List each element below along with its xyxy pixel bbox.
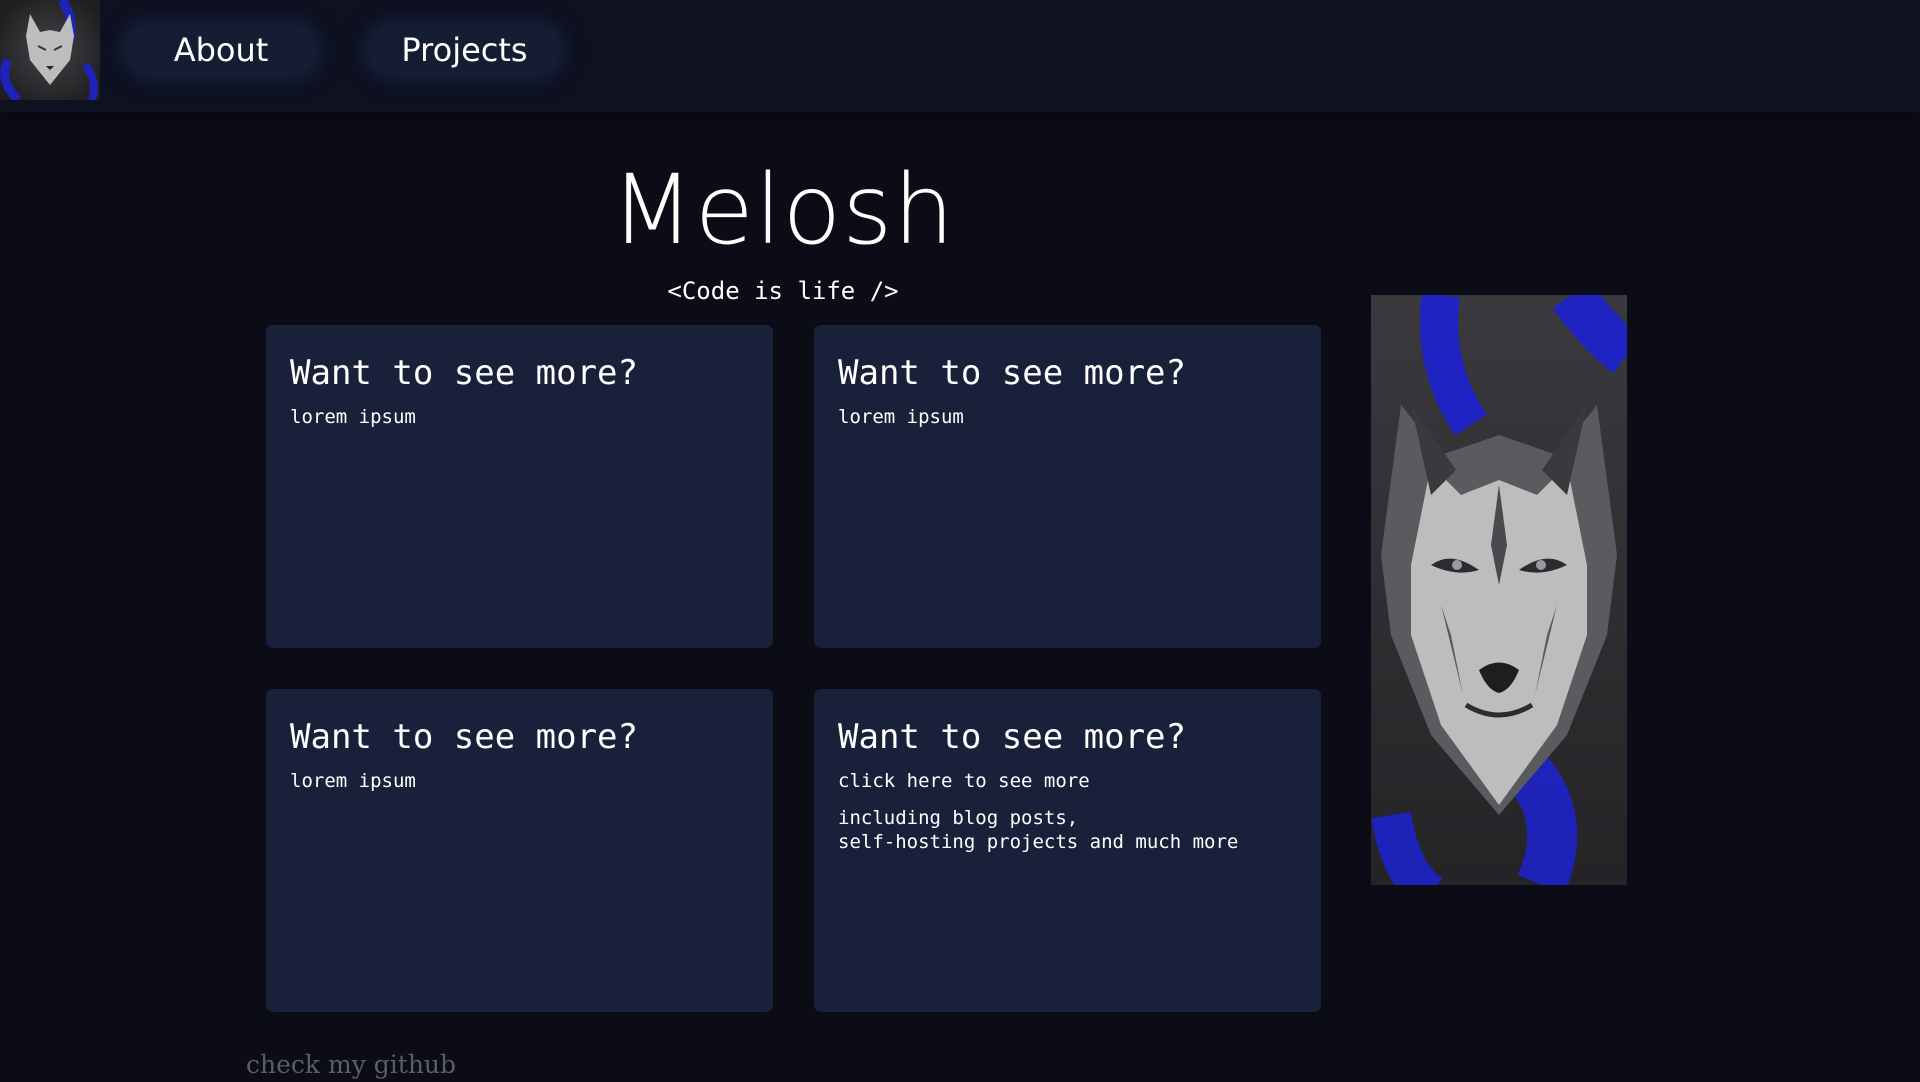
- wolf-portrait-icon: [1371, 295, 1627, 885]
- page-title: Melosh: [610, 154, 956, 266]
- page-subtitle: <Code is life />: [667, 277, 899, 305]
- nav-about-button[interactable]: About: [126, 25, 316, 75]
- info-card-3[interactable]: Want to see more? lorem ipsum: [266, 689, 773, 1012]
- card-text: lorem ipsum: [838, 406, 964, 428]
- top-navbar: About Projects: [0, 0, 1920, 112]
- card-text: lorem ipsum: [290, 406, 416, 428]
- card-title: Want to see more?: [838, 353, 1186, 393]
- card-title: Want to see more?: [290, 717, 638, 757]
- info-card-2[interactable]: Want to see more? lorem ipsum: [814, 325, 1321, 648]
- card-text-details: including blog posts, self-hosting proje…: [838, 807, 1239, 853]
- card-text: click here to see more: [838, 770, 1090, 792]
- card-title: Want to see more?: [290, 353, 638, 393]
- nav-projects-button[interactable]: Projects: [369, 25, 560, 75]
- info-card-4[interactable]: Want to see more? click here to see more…: [814, 689, 1321, 1012]
- wolf-logo-icon[interactable]: [0, 0, 100, 100]
- info-card-1[interactable]: Want to see more? lorem ipsum: [266, 325, 773, 648]
- card-text: lorem ipsum: [290, 770, 416, 792]
- github-link[interactable]: check my github: [246, 1048, 456, 1082]
- card-title: Want to see more?: [838, 717, 1186, 757]
